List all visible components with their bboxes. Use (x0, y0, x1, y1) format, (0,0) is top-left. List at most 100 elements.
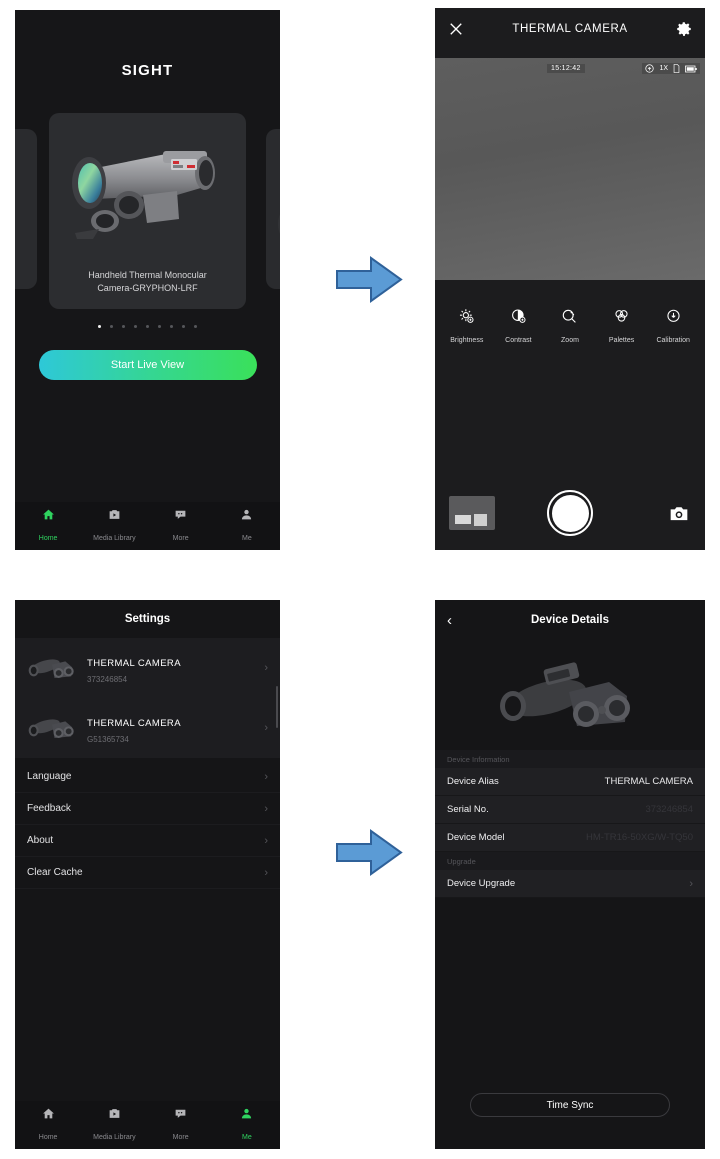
media-library-icon (81, 1107, 147, 1122)
device-serial: G51365734 (87, 734, 129, 744)
live-view-toolbar[interactable]: Brightness Contrast Zoom Palettes Calibratio… (435, 308, 705, 344)
tab-home[interactable]: Home (15, 508, 81, 545)
carousel-dot[interactable] (158, 325, 161, 328)
tool-label: Palettes (608, 337, 635, 344)
tab-label: Home (38, 534, 58, 542)
detail-key: Device Model (447, 832, 505, 843)
palettes-icon (613, 310, 630, 329)
detail-row-device-upgrade[interactable]: Device Upgrade › (435, 870, 705, 898)
settings-menu-item-clear-cache[interactable]: Clear Cache › (15, 857, 280, 889)
carousel-dot[interactable] (182, 325, 185, 328)
last-capture-thumbnail[interactable] (449, 496, 495, 530)
tab-media-library[interactable]: Media Library (81, 508, 147, 545)
tool-calibration[interactable]: Calibration (647, 308, 699, 344)
device-info: THERMAL CAMERA 373246854 (87, 653, 264, 684)
phone-screen-home: SIGHT Handheld Thermal Monocular Camera-… (15, 10, 280, 550)
settings-title: Settings (124, 613, 171, 625)
tab-label: Me (242, 1133, 252, 1141)
settings-menu-item-feedback[interactable]: Feedback › (15, 793, 280, 825)
device-carousel[interactable]: Handheld Thermal Monocular Camera-GRYPHO… (15, 113, 280, 313)
device-image-gryphon-lrf (72, 151, 215, 239)
tool-label: Calibration (656, 337, 690, 344)
close-icon[interactable] (447, 20, 465, 38)
carousel-dot[interactable] (146, 325, 149, 328)
tool-label: Brightness (450, 337, 484, 344)
battery-icon (685, 65, 697, 72)
gear-icon[interactable] (675, 20, 693, 38)
detail-value: HM-TR16-50XG/W-TQ50 (586, 832, 693, 843)
tab-home[interactable]: Home (15, 1107, 81, 1144)
wifi-icon (645, 64, 655, 73)
bottom-tab-bar[interactable]: Home Media Library More Me (15, 502, 280, 550)
settings-menu-item-language[interactable]: Language › (15, 761, 280, 793)
device-list-item[interactable]: THERMAL CAMERA 373246854 › (15, 638, 280, 698)
shutter-button[interactable] (547, 490, 593, 536)
osd-status-group: 1X (642, 63, 700, 74)
tab-more[interactable]: More (148, 1107, 214, 1144)
device-list[interactable]: THERMAL CAMERA 373246854 › THERMAL CAMERA G5… (15, 638, 280, 758)
thermal-video-feed[interactable]: 15:12:42 1X (435, 58, 705, 280)
sdcard-icon (673, 64, 680, 73)
section-heading: Device Information (435, 750, 705, 768)
device-details-header: ‹ Device Details (435, 600, 705, 640)
caption-line-2: Camera-GRYPHON-LRF (97, 283, 198, 293)
phone-screen-live-view: THERMAL CAMERA 15:12:42 1X Brightness Co… (435, 8, 705, 550)
chevron-right-icon: › (264, 770, 268, 783)
bottom-tab-bar[interactable]: Home Media Library More Me (15, 1101, 280, 1149)
caption-line-1: Handheld Thermal Monocular (88, 270, 207, 280)
phone-screen-device-details: ‹ Device Details Device Information Devic… (435, 600, 705, 1149)
device-list-item[interactable]: THERMAL CAMERA G51365734 › (15, 698, 280, 758)
carousel-caption: Handheld Thermal Monocular Camera-GRYPHO… (57, 269, 238, 295)
tool-palettes[interactable]: Palettes (596, 308, 648, 344)
settings-menu-item-about[interactable]: About › (15, 825, 280, 857)
photo-mode-icon[interactable] (669, 505, 689, 522)
brightness-icon (458, 309, 475, 329)
scroll-indicator[interactable] (276, 686, 278, 728)
chevron-right-icon: › (264, 662, 268, 674)
tab-me[interactable]: Me (214, 1107, 280, 1144)
calibration-icon (665, 309, 682, 329)
carousel-card-next[interactable] (266, 129, 280, 289)
me-icon (214, 508, 280, 523)
tool-contrast[interactable]: Contrast (493, 308, 545, 344)
device-thumbnail-icon (27, 711, 77, 745)
carousel-dots[interactable] (15, 325, 280, 328)
carousel-dot[interactable] (122, 325, 125, 328)
contrast-icon (510, 309, 527, 329)
device-illustration (500, 661, 630, 727)
osd-timestamp: 15:12:42 (547, 64, 585, 73)
device-hero-image (435, 640, 705, 750)
capture-bar (435, 488, 705, 538)
me-icon (214, 1107, 280, 1122)
detail-key: Device Upgrade (447, 878, 516, 889)
shutter-inner (551, 494, 589, 532)
app-title: SIGHT (121, 62, 174, 79)
detail-row-device-model: Device Model HM-TR16-50XG/W-TQ50 (435, 824, 705, 852)
chevron-right-icon: › (689, 877, 693, 890)
tab-media-library[interactable]: Media Library (81, 1107, 147, 1144)
settings-menu-list[interactable]: Language › Feedback › About › Clear Cache › (15, 761, 280, 889)
tool-brightness[interactable]: Brightness (441, 308, 493, 344)
more-icon (148, 1107, 214, 1122)
chevron-right-icon: › (264, 722, 268, 734)
tool-zoom[interactable]: Zoom (544, 308, 596, 344)
tab-label: Me (242, 534, 252, 542)
tab-me[interactable]: Me (214, 508, 280, 545)
live-view-title: THERMAL CAMERA (512, 23, 628, 35)
carousel-card-previous[interactable] (15, 129, 37, 289)
chevron-right-icon: › (264, 834, 268, 847)
carousel-dot[interactable] (194, 325, 197, 328)
device-serial: 373246854 (87, 674, 128, 684)
start-live-view-button[interactable]: Start Live View (38, 350, 257, 380)
carousel-dot[interactable] (98, 325, 101, 328)
carousel-dot[interactable] (110, 325, 113, 328)
detail-row-serial-no: Serial No. 373246854 (435, 796, 705, 824)
carousel-dot[interactable] (170, 325, 173, 328)
device-image-next (278, 214, 280, 234)
detail-value: THERMAL CAMERA (604, 776, 693, 787)
tab-more[interactable]: More (148, 508, 214, 545)
carousel-dot[interactable] (134, 325, 137, 328)
time-sync-button[interactable]: Time Sync (470, 1093, 670, 1117)
carousel-card-active[interactable]: Handheld Thermal Monocular Camera-GRYPHO… (49, 113, 246, 309)
device-image-previous (15, 179, 21, 269)
